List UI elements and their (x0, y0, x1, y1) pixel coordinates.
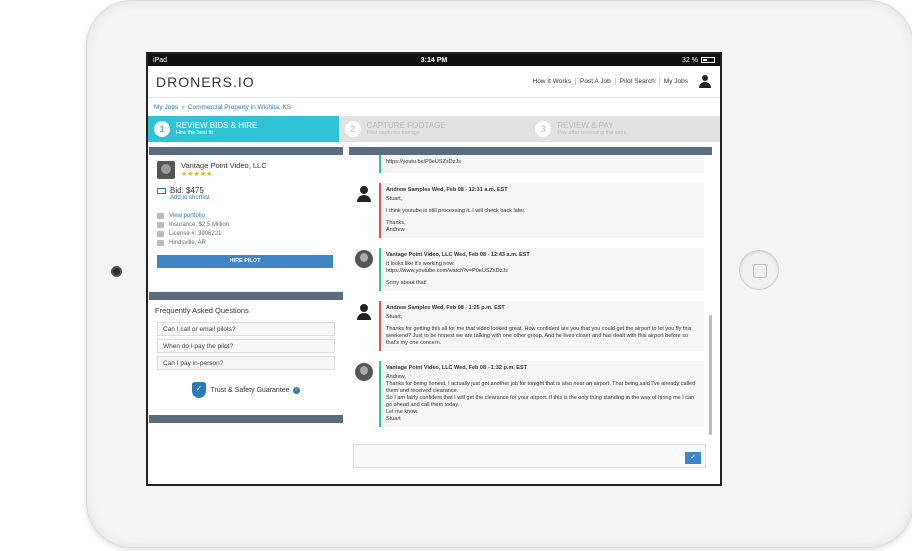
message-line: Andrew, Thanks for being honest. I actua… (386, 374, 696, 422)
nav-post-a-job[interactable]: Post A Job (575, 78, 615, 85)
message-header: Vantage Point Video, LLC Wed, Feb 08 - 1… (386, 252, 530, 258)
user-avatar-icon (355, 303, 373, 321)
message-panel: https://youtu.be/P0eUSZsDzJs Andrew Samp… (349, 142, 720, 474)
step-title: REVIEW & PAY (557, 121, 614, 130)
progress-steps: 1 REVIEW BIDS & HIRE Hire the best fit 2… (148, 116, 720, 142)
shield-check-icon (192, 382, 207, 398)
message-line: I think youtube is still processing it. … (386, 208, 526, 214)
info-icon[interactable]: i (292, 386, 300, 394)
trust-guarantee[interactable]: Trust & Safety Guarantee i (149, 382, 343, 398)
message-header: Andrew Samples Wed, Feb 08 - 1:25 p.m. E… (386, 305, 505, 311)
section-divider (149, 147, 343, 155)
nav-my-jobs[interactable]: My Jobs (658, 78, 692, 85)
step-subtitle: Hire the best fit (176, 130, 213, 136)
message-header: Vantage Point Video, LLC Wed, Feb 08 - 1… (386, 365, 527, 371)
step-review-bids[interactable]: 1 REVIEW BIDS & HIRE Hire the best fit (148, 116, 339, 142)
section-divider (349, 147, 712, 155)
pilot-name[interactable]: Vantage Point Video, LLC (181, 161, 267, 170)
step-review-pay[interactable]: 3 REVIEW & PAY Pay after reviewing the w… (529, 116, 720, 142)
breadcrumb-root[interactable]: My Jobs (154, 104, 178, 111)
screen: iPad 3:14 PM 32 % DRONERS.IO How It Work… (146, 52, 722, 486)
faq-item[interactable]: When do I pay the pilot? (157, 339, 335, 353)
user-icon[interactable] (698, 74, 712, 89)
faq-item[interactable]: Can I pay in-person? (157, 356, 335, 370)
breadcrumb: My Jobs » Commercial Property in Wichita… (148, 98, 720, 116)
message-line: Sorry about that! (386, 280, 427, 286)
message-bubble: Andrew Samples Wed, Feb 08 - 12:31 a.m. … (379, 183, 704, 238)
scrollbar[interactable] (709, 315, 712, 435)
top-nav: DRONERS.IO How It Works Post A Job Pilot… (148, 66, 720, 98)
add-to-shortlist-link[interactable]: Add to shortlist (170, 195, 335, 201)
message-item: Vantage Point Video, LLC Wed, Feb 08 - 1… (355, 351, 704, 427)
license-check-icon (157, 230, 164, 237)
step-title: REVIEW BIDS & HIRE (176, 121, 258, 130)
send-button[interactable]: ✓ (685, 452, 701, 464)
step-subtitle: Pilot captures footage (366, 130, 420, 136)
section-divider (149, 292, 343, 300)
license-text: License #: 3906221 (169, 230, 222, 237)
message-header: Andrew Samples Wed, Feb 08 - 12:31 a.m. … (386, 187, 508, 193)
faq-item[interactable]: Can I call or email pilots? (157, 322, 335, 336)
pilot-avatar (355, 250, 373, 268)
section-divider (149, 415, 343, 423)
credit-card-icon (157, 187, 166, 194)
message-bubble: https://youtu.be/P0eUSZsDzJs (379, 155, 704, 173)
step-capture-footage[interactable]: 2 CAPTURE FOOTAGE Pilot captures footage (338, 116, 530, 142)
battery-icon (701, 56, 715, 63)
message-item: Vantage Point Video, LLC Wed, Feb 08 - 1… (355, 238, 704, 291)
message-line: It looks like it's working now. https://… (386, 261, 508, 274)
bid-row: Bid: $475 (157, 186, 335, 195)
rating-stars: ★★★★★ (181, 171, 213, 178)
main-content: Vantage Point Video, LLC ★★★★★ Bid: $475… (148, 142, 720, 474)
message-bubble: Vantage Point Video, LLC Wed, Feb 08 - 1… (379, 361, 704, 427)
step-number: 1 (154, 121, 170, 137)
message-item: Andrew Samples Wed, Feb 08 - 1:25 p.m. E… (355, 291, 704, 351)
view-portfolio-link[interactable]: View portfolio (169, 213, 205, 219)
left-column: Vantage Point Video, LLC ★★★★★ Bid: $475… (149, 142, 343, 474)
message-line: https://youtu.be/P0eUSZsDzJs (386, 159, 461, 165)
message-bubble: Andrew Samples Wed, Feb 08 - 1:25 p.m. E… (379, 301, 704, 351)
message-composer[interactable]: ✓ (353, 444, 706, 468)
shield-icon (157, 221, 164, 228)
nav-how-it-works[interactable]: How It Works (529, 78, 576, 85)
insurance-text: Insurance: $2.5 Million (169, 221, 230, 228)
pilot-avatar[interactable] (157, 161, 175, 179)
faq-title: Frequently Asked Questions (155, 306, 249, 315)
status-time: 3:14 PM (420, 56, 448, 64)
step-title: CAPTURE FOOTAGE (366, 121, 446, 130)
logo[interactable]: DRONERS.IO (156, 74, 255, 90)
video-icon (157, 212, 164, 219)
step-number: 2 (344, 121, 361, 137)
home-button[interactable] (739, 250, 779, 290)
location-pin-icon (157, 239, 164, 246)
pilot-card: Vantage Point Video, LLC ★★★★★ Bid: $475… (149, 155, 343, 292)
hire-pilot-button[interactable]: HIRE PILOT (157, 255, 333, 268)
pilot-meta: View portfolio Insurance: $2.5 Million L… (157, 211, 335, 247)
step-subtitle: Pay after reviewing the work (557, 130, 627, 136)
message-item: Andrew Samples Wed, Feb 08 - 12:31 a.m. … (355, 173, 704, 238)
message-bubble: Vantage Point Video, LLC Wed, Feb 08 - 1… (379, 248, 704, 291)
pilot-avatar (355, 363, 373, 381)
message-thread[interactable]: https://youtu.be/P0eUSZsDzJs Andrew Samp… (349, 155, 720, 445)
nav-pilot-search[interactable]: Pilot Search (614, 78, 659, 85)
location-text: Hindsville, AR (169, 239, 207, 246)
bid-amount: Bid: $475 (170, 186, 204, 195)
message-line: Stuart, (386, 196, 403, 202)
breadcrumb-separator: » (181, 103, 185, 111)
guarantee-label: Trust & Safety Guarantee (210, 386, 290, 394)
message-item: https://youtu.be/P0eUSZsDzJs (355, 155, 704, 173)
status-bar: iPad 3:14 PM 32 % (148, 54, 720, 66)
camera-lens (111, 266, 122, 277)
user-avatar-icon (355, 185, 373, 203)
message-line: Stuart, (386, 314, 403, 320)
message-line: Thanks, Andrew (386, 220, 406, 233)
breadcrumb-current[interactable]: Commercial Property in Wichita, KS (188, 104, 291, 111)
step-number: 3 (535, 121, 552, 137)
message-line: Thanks for getting this all for me that … (386, 326, 692, 346)
nav-links: How It Works Post A Job Pilot Search My … (529, 74, 713, 89)
